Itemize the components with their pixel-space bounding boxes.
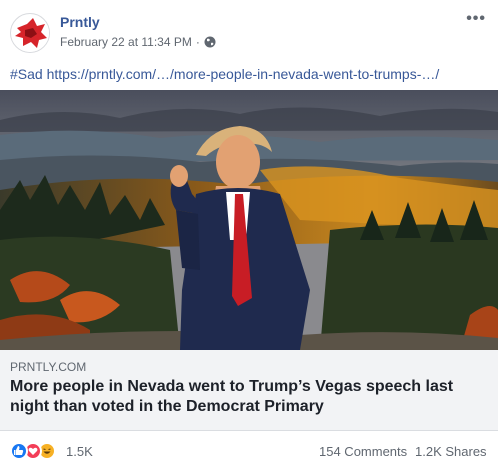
prntly-logo bbox=[12, 15, 49, 52]
page-avatar[interactable] bbox=[10, 13, 50, 53]
comments-count[interactable]: 154 Comments bbox=[319, 444, 407, 459]
facebook-post-card: Prntly February 22 at 11:34 PM · ••• #Sa… bbox=[0, 0, 498, 470]
trump-mountain-photo bbox=[0, 90, 498, 350]
link-domain: PRNTLY.COM bbox=[10, 360, 87, 374]
meta-separator: · bbox=[195, 35, 200, 49]
post-photo[interactable] bbox=[0, 90, 498, 350]
post-meta: February 22 at 11:34 PM · bbox=[60, 35, 216, 49]
post-text: #Sad https://prntly.com/…/more-people-in… bbox=[10, 66, 439, 82]
engagement-bar: 1.5K 154 Comments 1.2K Shares bbox=[0, 431, 498, 470]
reaction-count[interactable]: 1.5K bbox=[66, 444, 93, 459]
post-timestamp[interactable]: February 22 at 11:34 PM bbox=[60, 35, 192, 49]
more-options-icon[interactable]: ••• bbox=[466, 10, 486, 28]
link-preview[interactable]: PRNTLY.COM More people in Nevada went to… bbox=[0, 350, 498, 431]
globe-icon bbox=[204, 36, 216, 48]
page-name-link[interactable]: Prntly bbox=[60, 14, 100, 30]
shares-count[interactable]: 1.2K Shares bbox=[415, 444, 487, 459]
reaction-icons[interactable] bbox=[10, 442, 56, 460]
like-icon bbox=[10, 442, 28, 460]
link-headline[interactable]: More people in Nevada went to Trump’s Ve… bbox=[10, 377, 480, 417]
post-text-link[interactable]: #Sad https://prntly.com/…/more-people-in… bbox=[10, 66, 439, 82]
